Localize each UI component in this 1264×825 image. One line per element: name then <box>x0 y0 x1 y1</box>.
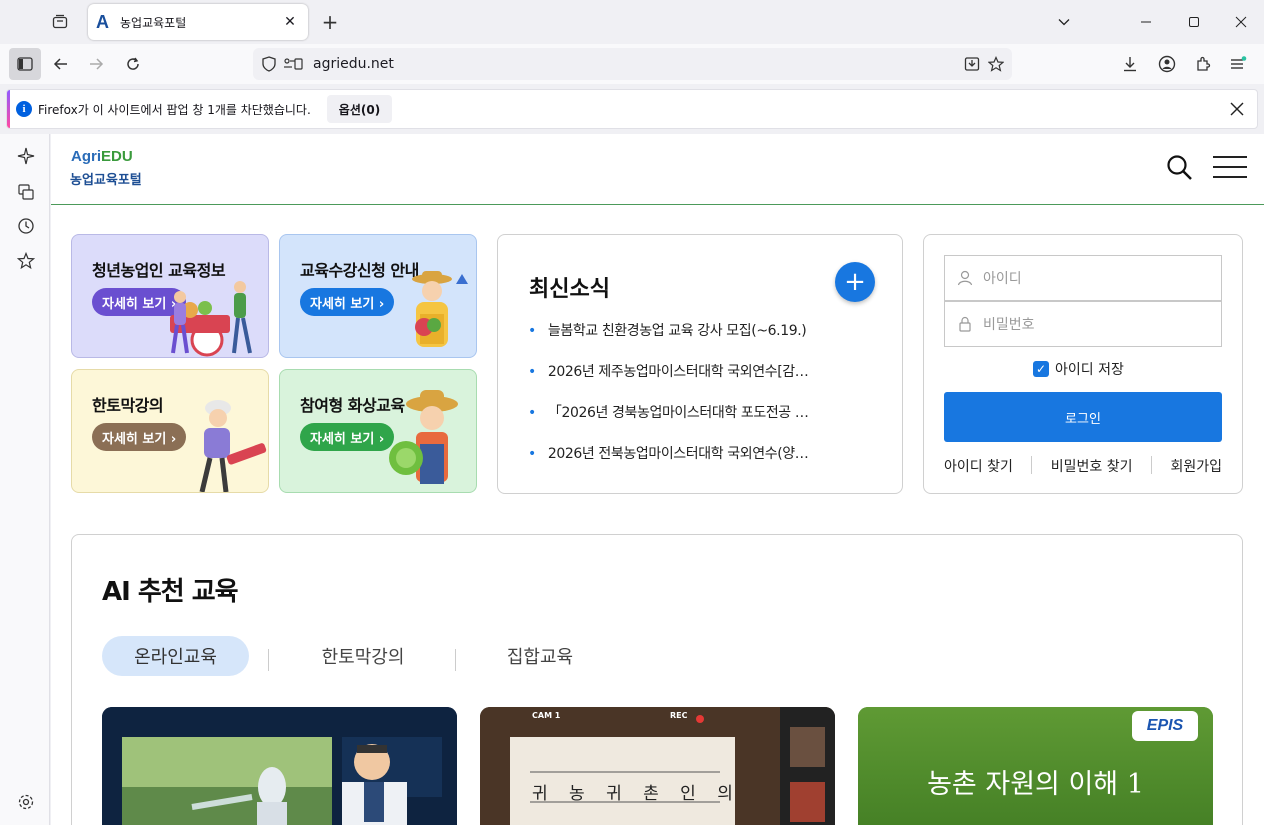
synced-tabs-icon[interactable] <box>14 180 38 204</box>
farmer-woman-illustration <box>412 271 468 347</box>
info-icon: i <box>16 101 32 117</box>
permissions-icon[interactable] <box>281 52 305 76</box>
farmers-illustration <box>170 281 252 357</box>
search-icon[interactable] <box>1166 154 1194 182</box>
tab-online-education[interactable]: 온라인교육 <box>102 636 249 676</box>
signup-link[interactable]: 회원가입 <box>1170 456 1222 476</box>
tab-group-education[interactable]: 집합교육 <box>474 636 606 676</box>
divider <box>268 649 269 671</box>
epis-badge-text: EPIS <box>1146 717 1184 734</box>
spraying-lecture-image <box>102 707 457 825</box>
tab-short-lecture[interactable]: 한토막강의 <box>288 636 438 676</box>
login-links: 아이디 찾기 비밀번호 찾기 회원가입 <box>944 456 1222 476</box>
card-video-education[interactable]: 참여형 화상교육 자세히 보기 › <box>279 369 477 493</box>
browser-sidebar <box>0 134 50 825</box>
hamburger-menu-icon[interactable] <box>1213 156 1247 180</box>
minimize-button[interactable] <box>1134 10 1158 34</box>
forward-arrow-icon[interactable] <box>80 48 112 80</box>
plus-icon[interactable]: + <box>835 262 875 302</box>
news-item[interactable]: 2026년 제주농업마이스터대학 국외연수[감… <box>528 361 858 381</box>
tab-active[interactable]: A 농업교육포털 ✕ <box>88 4 308 40</box>
site-favicon-icon: A <box>96 12 109 32</box>
find-id-link[interactable]: 아이디 찾기 <box>944 456 1013 476</box>
divider <box>455 649 456 671</box>
tab-strip: A 농업교육포털 ✕ + <box>0 0 1264 44</box>
extensions-icon[interactable] <box>1187 48 1219 80</box>
account-icon[interactable] <box>1151 48 1183 80</box>
site-logo[interactable]: AgriEDU <box>71 148 133 165</box>
url-bar[interactable]: agriedu.net <box>253 48 1012 80</box>
chevron-down-icon[interactable] <box>1052 10 1076 34</box>
downloads-icon[interactable] <box>1114 48 1146 80</box>
reload-icon[interactable] <box>117 48 149 80</box>
epis-badge: EPIS <box>1132 711 1198 741</box>
popup-blocked-notification: i Firefox가 이 사이트에서 팝업 창 1개를 차단했습니다. 옵션(0… <box>6 89 1258 129</box>
password-field[interactable]: 비밀번호 <box>944 301 1222 347</box>
web-page: AgriEDU 농업교육포털 청년농업인 교육정보 자세히 보기 › 교육수강신… <box>51 134 1264 825</box>
course-thumbnail[interactable]: EPIS 농촌 자원의 이해 1 <box>858 707 1213 825</box>
logo-agri: Agri <box>71 148 101 165</box>
gear-icon[interactable] <box>14 790 38 814</box>
thumbnail-rec-label: REC <box>670 711 688 720</box>
save-id-label: 아이디 저장 <box>1055 362 1124 378</box>
save-id-checkbox[interactable]: ✓ 아이디 저장 <box>1033 359 1124 379</box>
url-text: agriedu.net <box>313 56 394 72</box>
card-enrollment-guide[interactable]: 교육수강신청 안내 자세히 보기 › <box>279 234 477 358</box>
save-to-pocket-icon[interactable] <box>960 52 984 76</box>
history-icon[interactable] <box>14 214 38 238</box>
user-icon <box>957 270 973 286</box>
lock-icon <box>959 316 971 332</box>
logo-subtitle[interactable]: 농업교육포털 <box>70 169 142 188</box>
card-title: 한토막강의 <box>92 396 164 415</box>
close-tab-icon[interactable]: ✕ <box>280 12 300 32</box>
password-placeholder: 비밀번호 <box>983 317 1035 333</box>
notification-options-button[interactable]: 옵션(0) <box>326 95 393 123</box>
news-item[interactable]: 늘봄학교 친환경농업 교육 강사 모집(~6.19.) <box>528 320 858 340</box>
close-window-button[interactable] <box>1229 10 1253 34</box>
news-item[interactable]: 2026년 전북농업마이스터대학 국외연수(양… <box>528 443 858 463</box>
bookmarks-icon[interactable] <box>14 249 38 273</box>
card-detail-button[interactable]: 자세히 보기 › <box>300 288 395 316</box>
tab-title: 농업교육포털 <box>120 15 187 30</box>
news-item[interactable]: 「2026년 경북농업마이스터대학 포도전공 … <box>528 402 858 422</box>
close-icon[interactable] <box>1227 99 1247 119</box>
card-detail-button[interactable]: 자세히 보기 › <box>92 423 187 451</box>
find-password-link[interactable]: 비밀번호 찾기 <box>1051 456 1133 476</box>
checkmark-icon[interactable]: ✓ <box>1033 361 1049 377</box>
section-title: AI 추천 교육 <box>102 577 239 607</box>
course-thumbnail[interactable]: 귀 농 귀 촌 인 의 CAM 1 REC <box>480 707 835 825</box>
chainsaw-worker-illustration <box>199 400 267 492</box>
farmer-cabbage-illustration <box>389 390 458 484</box>
news-panel: 최신소식 + 늘봄학교 친환경농업 교육 강사 모집(~6.19.) 2026년… <box>497 234 903 494</box>
thumbnail-text: 귀 농 귀 촌 인 의 <box>532 784 741 804</box>
site-header: AgriEDU 농업교육포털 <box>51 134 1264 205</box>
divider <box>1031 456 1033 474</box>
card-short-lecture[interactable]: 한토막강의 자세히 보기 › <box>71 369 269 493</box>
divider <box>1151 456 1152 474</box>
app-menu-icon[interactable] <box>1222 48 1254 80</box>
returning-farmer-lecture-image <box>480 707 835 825</box>
shield-icon[interactable] <box>257 52 281 76</box>
bookmark-star-icon[interactable] <box>984 52 1008 76</box>
ai-chatbot-icon[interactable] <box>14 144 38 168</box>
logo-edu: EDU <box>101 148 133 165</box>
login-button[interactable]: 로그인 <box>944 392 1222 442</box>
sidebar-toggle-icon[interactable] <box>9 48 41 80</box>
thumbnail-cam-label: CAM 1 <box>532 711 561 720</box>
card-youth-farmer[interactable]: 청년농업인 교육정보 자세히 보기 › <box>71 234 269 358</box>
ai-recommendation-section: AI 추천 교육 온라인교육 한토막강의 집합교육 귀 농 귀 촌 인 의 CA… <box>71 534 1243 825</box>
tab-list-icon[interactable] <box>48 10 72 34</box>
news-title: 최신소식 <box>529 277 610 302</box>
notification-accent <box>7 90 10 128</box>
notification-text: Firefox가 이 사이트에서 팝업 창 1개를 차단했습니다. <box>38 102 311 117</box>
thumbnail-title: 농촌 자원의 이해 1 <box>927 769 1144 800</box>
username-placeholder: 아이디 <box>983 271 1022 287</box>
new-tab-button[interactable]: + <box>318 10 342 34</box>
navigation-bar: agriedu.net <box>0 44 1264 84</box>
course-thumbnail[interactable] <box>102 707 457 825</box>
login-panel: 아이디 비밀번호 ✓ 아이디 저장 로그인 아이디 찾기 비밀번호 찾기 회원가… <box>923 234 1243 494</box>
maximize-button[interactable] <box>1182 10 1206 34</box>
username-field[interactable]: 아이디 <box>944 255 1222 301</box>
back-arrow-icon[interactable] <box>45 48 77 80</box>
